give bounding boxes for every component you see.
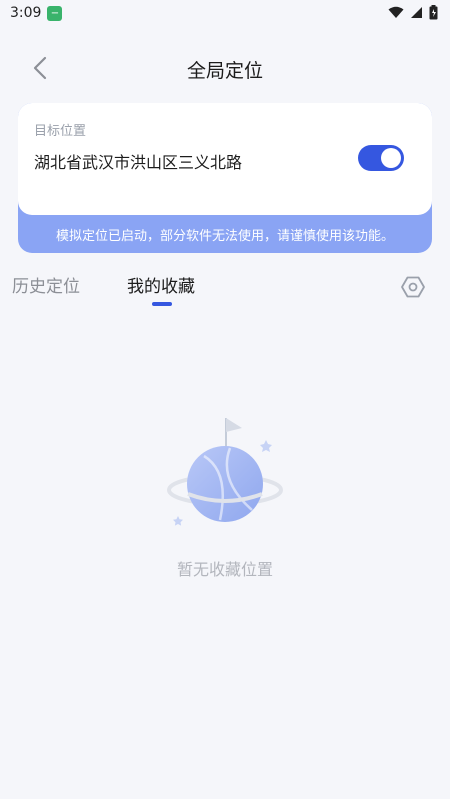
- toggle-knob: [381, 148, 401, 168]
- location-toggle[interactable]: [358, 145, 404, 171]
- location-card-wrap: 模拟定位已启动，部分软件无法使用，请谨慎使用该功能。 目标位置 湖北省武汉市洪山…: [18, 103, 432, 253]
- status-bar: 3:09 −: [0, 0, 450, 26]
- planet-flag-icon: [160, 410, 290, 540]
- tab-active-indicator: [152, 302, 172, 306]
- settings-button[interactable]: [400, 274, 426, 300]
- app-badge-icon: −: [47, 5, 63, 21]
- empty-state-text: 暂无收藏位置: [176, 560, 273, 579]
- status-time: 3:09: [10, 5, 42, 21]
- wifi-icon: [388, 6, 404, 18]
- page-title: 全局定位: [186, 60, 263, 82]
- hexagon-settings-icon: [401, 276, 425, 298]
- target-address[interactable]: 湖北省武汉市洪山区三义北路: [34, 149, 242, 173]
- tab-favorites[interactable]: 我的收藏: [127, 272, 195, 297]
- notice-text: 模拟定位已启动，部分软件无法使用，请谨慎使用该功能。: [55, 229, 394, 244]
- header: 全局定位: [0, 46, 450, 90]
- target-location-label: 目标位置: [34, 124, 87, 139]
- battery-icon: [429, 5, 438, 20]
- signal-icon: [411, 7, 422, 18]
- tab-history[interactable]: 历史定位: [12, 272, 80, 297]
- status-icons: [388, 5, 438, 20]
- location-card: 目标位置 湖北省武汉市洪山区三义北路: [18, 103, 432, 215]
- tab-bar: 历史定位 我的收藏: [0, 270, 450, 310]
